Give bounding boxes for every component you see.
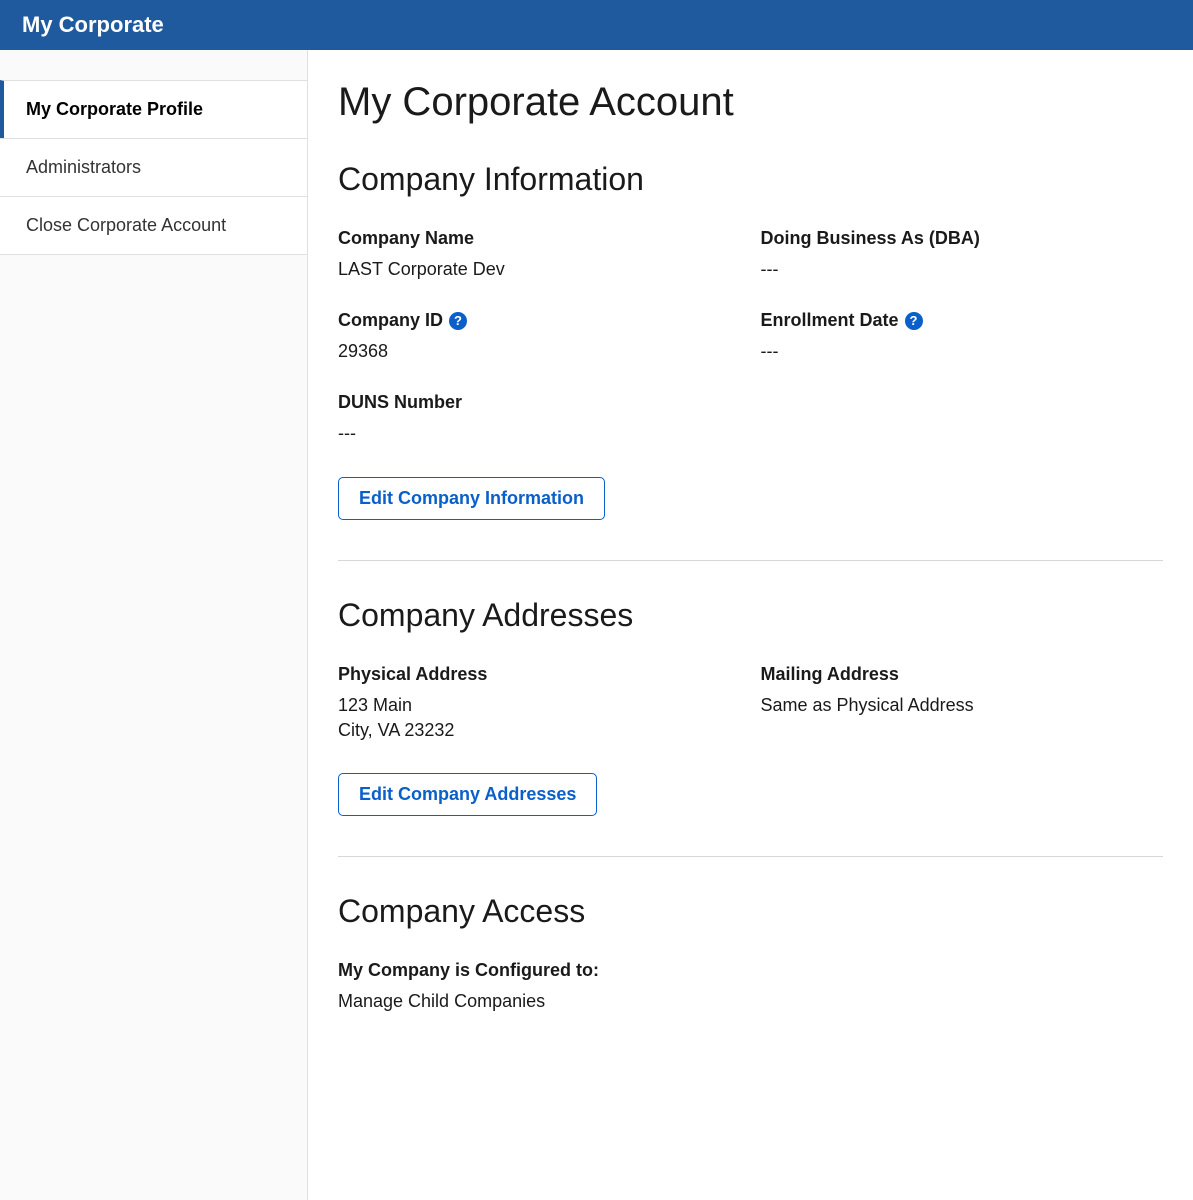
company-id-value: 29368: [338, 339, 741, 364]
duns-value: ---: [338, 421, 741, 446]
help-icon[interactable]: ?: [449, 312, 467, 330]
dba-label: Doing Business As (DBA): [761, 228, 1164, 249]
app-title: My Corporate: [22, 12, 164, 37]
sidebar-item-label: My Corporate Profile: [26, 99, 203, 119]
physical-address-line2: City, VA 23232: [338, 718, 741, 743]
section-divider: [338, 560, 1163, 561]
enrollment-date-label: Enrollment Date ?: [761, 310, 1164, 331]
physical-address-value: 123 Main City, VA 23232: [338, 693, 741, 743]
field-company-id: Company ID ? 29368: [338, 310, 741, 364]
section-title-company-addresses: Company Addresses: [338, 597, 1163, 634]
mailing-address-label: Mailing Address: [761, 664, 1164, 685]
company-name-label: Company Name: [338, 228, 741, 249]
app-header: My Corporate: [0, 0, 1193, 50]
physical-address-label: Physical Address: [338, 664, 741, 685]
enrollment-date-label-text: Enrollment Date: [761, 310, 899, 331]
sidebar-item-close-account[interactable]: Close Corporate Account: [0, 196, 307, 255]
configured-label: My Company is Configured to:: [338, 960, 1163, 981]
company-name-value: LAST Corporate Dev: [338, 257, 741, 282]
company-info-grid: Company Name LAST Corporate Dev Doing Bu…: [338, 228, 1163, 447]
sidebar-item-label: Administrators: [26, 157, 141, 177]
mailing-address-value: Same as Physical Address: [761, 693, 1164, 718]
dba-value: ---: [761, 257, 1164, 282]
field-mailing-address: Mailing Address Same as Physical Address: [761, 664, 1164, 743]
help-icon[interactable]: ?: [905, 312, 923, 330]
page-title: My Corporate Account: [338, 80, 1163, 125]
section-divider: [338, 856, 1163, 857]
company-addresses-grid: Physical Address 123 Main City, VA 23232…: [338, 664, 1163, 743]
enrollment-date-value: ---: [761, 339, 1164, 364]
edit-company-info-button[interactable]: Edit Company Information: [338, 477, 605, 520]
field-physical-address: Physical Address 123 Main City, VA 23232: [338, 664, 741, 743]
field-duns: DUNS Number ---: [338, 392, 741, 446]
field-company-name: Company Name LAST Corporate Dev: [338, 228, 741, 282]
sidebar: My Corporate Profile Administrators Clos…: [0, 50, 308, 1200]
main-content: My Corporate Account Company Information…: [308, 50, 1193, 1200]
company-id-label-text: Company ID: [338, 310, 443, 331]
sidebar-item-profile[interactable]: My Corporate Profile: [0, 80, 307, 139]
section-title-company-access: Company Access: [338, 893, 1163, 930]
duns-label: DUNS Number: [338, 392, 741, 413]
physical-address-line1: 123 Main: [338, 693, 741, 718]
sidebar-spacer: [0, 50, 307, 80]
sidebar-item-label: Close Corporate Account: [26, 215, 226, 235]
company-id-label: Company ID ?: [338, 310, 741, 331]
field-dba: Doing Business As (DBA) ---: [761, 228, 1164, 282]
sidebar-item-administrators[interactable]: Administrators: [0, 138, 307, 197]
layout: My Corporate Profile Administrators Clos…: [0, 50, 1193, 1200]
field-enrollment-date: Enrollment Date ? ---: [761, 310, 1164, 364]
section-title-company-info: Company Information: [338, 161, 1163, 198]
edit-company-addresses-button[interactable]: Edit Company Addresses: [338, 773, 597, 816]
field-configured: My Company is Configured to: Manage Chil…: [338, 960, 1163, 1014]
field-empty: [761, 392, 1164, 446]
configured-value: Manage Child Companies: [338, 989, 1163, 1014]
